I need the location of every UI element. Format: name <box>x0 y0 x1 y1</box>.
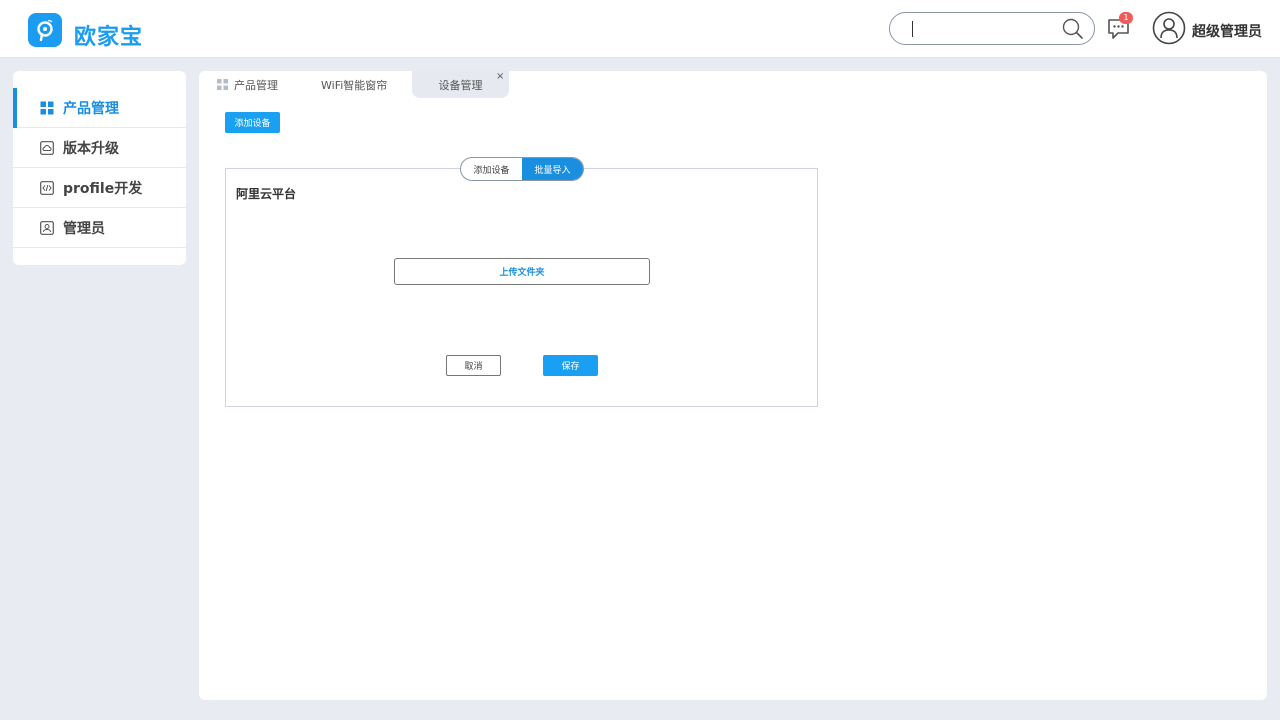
sidebar-item-product-management[interactable]: 产品管理 <box>13 88 186 128</box>
text-cursor <box>912 21 913 37</box>
add-device-button[interactable]: 添加设备 <box>225 112 280 133</box>
app-logo-icon[interactable] <box>28 13 62 47</box>
save-button[interactable]: 保存 <box>543 355 598 376</box>
user-card-icon <box>40 220 54 235</box>
segment-batch-import[interactable]: 批量导入 <box>522 158 583 180</box>
segment-add-device[interactable]: 添加设备 <box>461 158 522 180</box>
tab-device-management[interactable]: 设备管理 <box>412 71 509 98</box>
sidebar-item-label: 产品管理 <box>63 100 119 117</box>
cloud-upload-icon <box>40 140 54 155</box>
code-icon <box>40 180 54 195</box>
grid-icon <box>40 101 54 115</box>
sidebar-item-label: 版本升级 <box>63 140 119 157</box>
tab-wifi-curtain[interactable]: WiFi智能窗帘 <box>321 71 387 98</box>
platform-title: 阿里云平台 <box>236 187 297 201</box>
main-panel: 产品管理 WiFi智能窗帘 设备管理 × 添加设备 阿里云平台 上传文件夹 取消… <box>199 71 1267 700</box>
mode-segmented-control: 添加设备 批量导入 <box>460 157 584 181</box>
tab-label: WiFi智能窗帘 <box>321 78 388 92</box>
close-icon[interactable]: × <box>496 71 504 82</box>
tab-label: 产品管理 <box>234 78 278 92</box>
sidebar-item-admin[interactable]: 管理员 <box>13 208 186 248</box>
tab-label: 设备管理 <box>438 78 483 92</box>
sidebar-item-label: 管理员 <box>63 220 105 237</box>
cancel-button[interactable]: 取消 <box>446 355 501 376</box>
search-icon[interactable] <box>1062 18 1084 44</box>
sidebar-item-label: profile开发 <box>63 180 143 197</box>
import-form-card: 阿里云平台 上传文件夹 取消 保存 <box>225 168 818 407</box>
tab-product-management[interactable]: 产品管理 <box>217 71 278 98</box>
sidebar-item-profile-dev[interactable]: profile开发 <box>13 168 186 208</box>
sidebar: 产品管理 版本升级 profile开发 管理员 <box>13 71 186 265</box>
upload-folder-button[interactable]: 上传文件夹 <box>394 258 650 285</box>
grid-icon <box>217 79 228 90</box>
top-header: 欧家宝 1 超级管理员 <box>0 0 1280 58</box>
search-input[interactable] <box>889 12 1095 45</box>
app-brand: 欧家宝 <box>74 25 144 50</box>
notification-badge: 1 <box>1119 12 1133 24</box>
avatar[interactable] <box>1152 11 1186 45</box>
user-name[interactable]: 超级管理员 <box>1192 21 1262 41</box>
sidebar-item-version-upgrade[interactable]: 版本升级 <box>13 128 186 168</box>
